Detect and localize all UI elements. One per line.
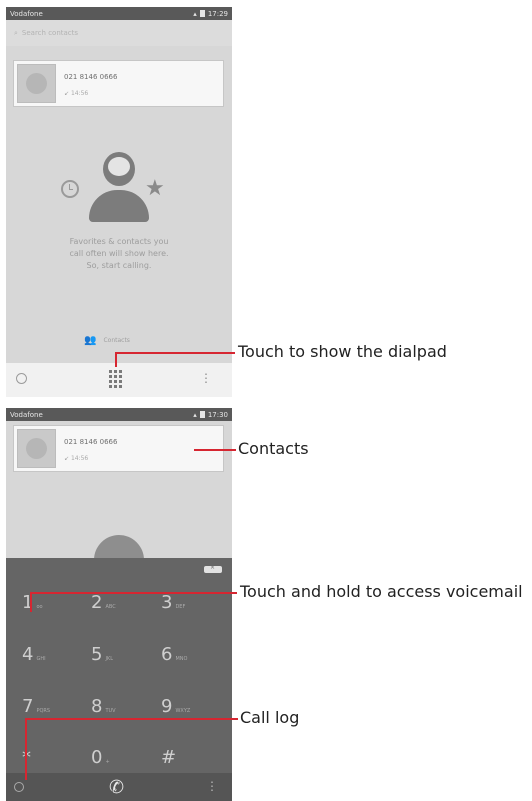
contact-number: 021 8146 0666 [64,438,118,446]
contact-card[interactable]: 021 8146 0666 ↙ 14:56 [13,60,224,107]
battery-icon [199,411,205,418]
carrier-label: Vodafone [10,410,43,419]
bottom-action-bar: ⋮ [6,363,232,397]
status-time: 17:29 [207,9,228,18]
outgoing-call-icon: ↙ [64,455,70,462]
overflow-menu-icon[interactable]: ⋮ [200,371,212,385]
backspace-icon[interactable] [204,564,222,573]
dialpad-key-letters: PQRS [36,708,51,714]
call-log-icon[interactable] [14,782,24,792]
dialpad-callout-line [115,352,235,354]
dialpad-panel: 1oo2ABC3DEF4GHI5JKL6MNO7PQRS8TUV9WXYZ*0+… [6,558,232,801]
contacts-callout-label: Contacts [238,439,309,458]
dialpad-action-bar: ✆ ⋮ [6,773,232,801]
contacts-callout-line [194,449,236,451]
contacts-icon: 👥 [84,335,97,346]
status-time: 17:30 [207,410,228,419]
dialpad-key-number: 6 [161,644,173,665]
contact-time: ↙ 14:56 [64,455,89,462]
dialpad-key[interactable]: 4 GHI [22,645,82,675]
empty-state-text: Favorites & contacts you call often will… [69,237,169,270]
star-icon: ★ [145,176,165,201]
dialpad-key-letters: ABC [105,604,116,610]
phone-screenshot-contacts: Vodafone ▴ 17:29 ⌕ Search contacts 021 8… [6,7,232,397]
carrier-label: Vodafone [10,9,43,18]
voicemail-callout-line [30,592,237,594]
dialpad-key-number: # [161,747,177,768]
clock-icon [61,180,79,198]
search-bar[interactable]: ⌕ Search contacts [6,20,232,46]
dialpad-key[interactable]: 5 JKL [91,645,151,675]
signal-icon: ▴ [193,410,197,419]
dialpad-callout-line-vertical [115,352,117,367]
status-right: ▴ 17:29 [193,10,228,18]
call-icon[interactable]: ✆ [109,777,124,798]
dialpad-key-number: 9 [161,696,173,717]
battery-icon [199,10,205,17]
call-log-callout-line-vertical [25,718,27,780]
dialpad-callout-label: Touch to show the dialpad [238,342,447,361]
history-icon[interactable] [16,373,27,384]
dialpad-key-letters: DEF [175,604,186,610]
dialpad-key-number: 3 [161,592,173,613]
dialpad-key-letters: MNO [175,656,188,662]
dialpad-key-letters: oo [36,604,43,610]
status-bar: Vodafone ▴ 17:30 [6,408,232,421]
contacts-label: Contacts [103,337,130,344]
search-icon: ⌕ [14,28,18,37]
contact-photo [17,64,56,103]
contact-time: ↙ 14:56 [64,90,89,97]
dialpad-key-letters: WXYZ [175,708,191,714]
dialpad-key[interactable]: 9 WXYZ [161,697,221,727]
voicemail-callout-label: Touch and hold to access voicemail [240,582,523,601]
contacts-link[interactable]: 👥 Contacts [84,335,130,346]
dialpad-key-number: 5 [91,644,103,665]
dialpad-key-number: 4 [22,644,34,665]
dialpad-key-number: 7 [22,696,34,717]
contact-number: 021 8146 0666 [64,73,118,81]
signal-icon: ▴ [193,9,197,18]
dialpad-key-letters: GHI [36,656,46,662]
dialpad-icon[interactable] [109,370,122,388]
dialpad-key-letters: + [105,759,110,765]
dialpad-key[interactable]: 7 PQRS [22,697,82,727]
dialpad-key-letters: TUV [105,708,116,714]
contact-card[interactable]: 021 8146 0666 ↙ 14:56 [13,425,224,472]
contact-photo [17,429,56,468]
status-bar: Vodafone ▴ 17:29 [6,7,232,20]
status-right: ▴ 17:30 [193,411,228,419]
outgoing-call-icon: ↙ [64,90,70,97]
person-icon [86,152,152,226]
search-placeholder: Search contacts [21,29,79,37]
voicemail-callout-line-vertical [30,592,32,612]
phone-screenshot-dialpad: Vodafone ▴ 17:30 021 8146 0666 ↙ 14:56 1… [6,408,232,801]
dialpad-key-number: 0 [91,747,103,768]
overflow-menu-icon[interactable]: ⋮ [206,779,218,793]
dialpad-key[interactable]: 8 TUV [91,697,151,727]
dialpad-key-number: 2 [91,592,103,613]
dialpad-key-number: 8 [91,696,103,717]
call-log-callout-label: Call log [240,708,300,727]
dialpad-key[interactable]: 2 ABC [91,593,151,623]
dialpad-key[interactable]: 3 DEF [161,593,221,623]
dialpad-key[interactable]: 6 MNO [161,645,221,675]
dialpad-key-letters: JKL [105,656,113,662]
call-log-callout-line [25,718,238,720]
